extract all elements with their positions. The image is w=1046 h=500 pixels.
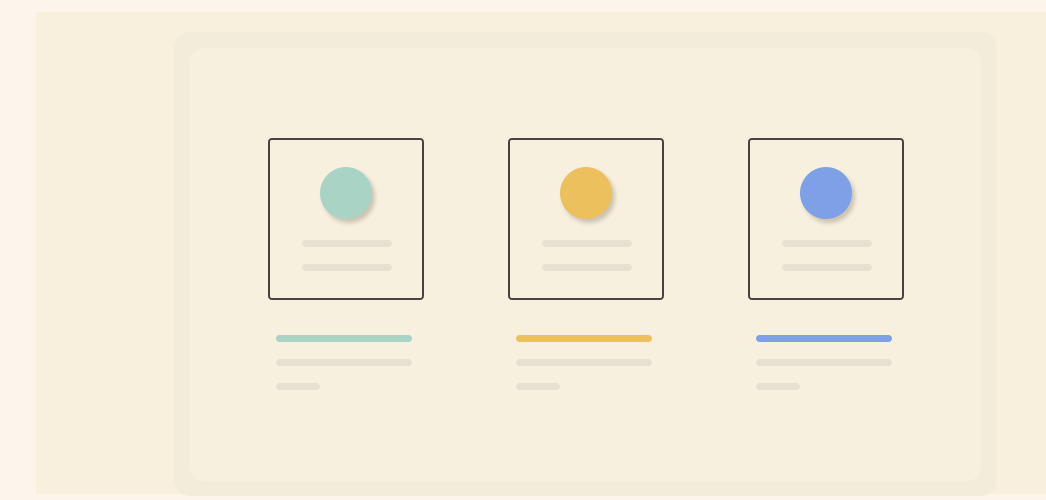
avatar-circle-icon: [320, 167, 372, 219]
card-frame: [508, 138, 664, 300]
outer-panel: [174, 32, 997, 496]
placeholder-line: [276, 383, 320, 390]
card-frame: [268, 138, 424, 300]
placeholder-line: [756, 359, 892, 366]
placeholder-line: [542, 264, 632, 271]
placeholder-line: [782, 264, 872, 271]
inner-panel: [190, 48, 981, 481]
accent-bar: [516, 335, 652, 342]
illustration-stage: [36, 12, 1046, 496]
placeholder-line: [516, 383, 560, 390]
card-frame: [748, 138, 904, 300]
accent-bar: [276, 335, 412, 342]
placeholder-line: [782, 240, 872, 247]
placeholder-line: [276, 359, 412, 366]
avatar-circle-icon: [800, 167, 852, 219]
placeholder-line: [756, 383, 800, 390]
placeholder-line: [542, 240, 632, 247]
accent-bar: [756, 335, 892, 342]
placeholder-line: [516, 359, 652, 366]
placeholder-line: [302, 240, 392, 247]
avatar-circle-icon: [560, 167, 612, 219]
placeholder-line: [302, 264, 392, 271]
